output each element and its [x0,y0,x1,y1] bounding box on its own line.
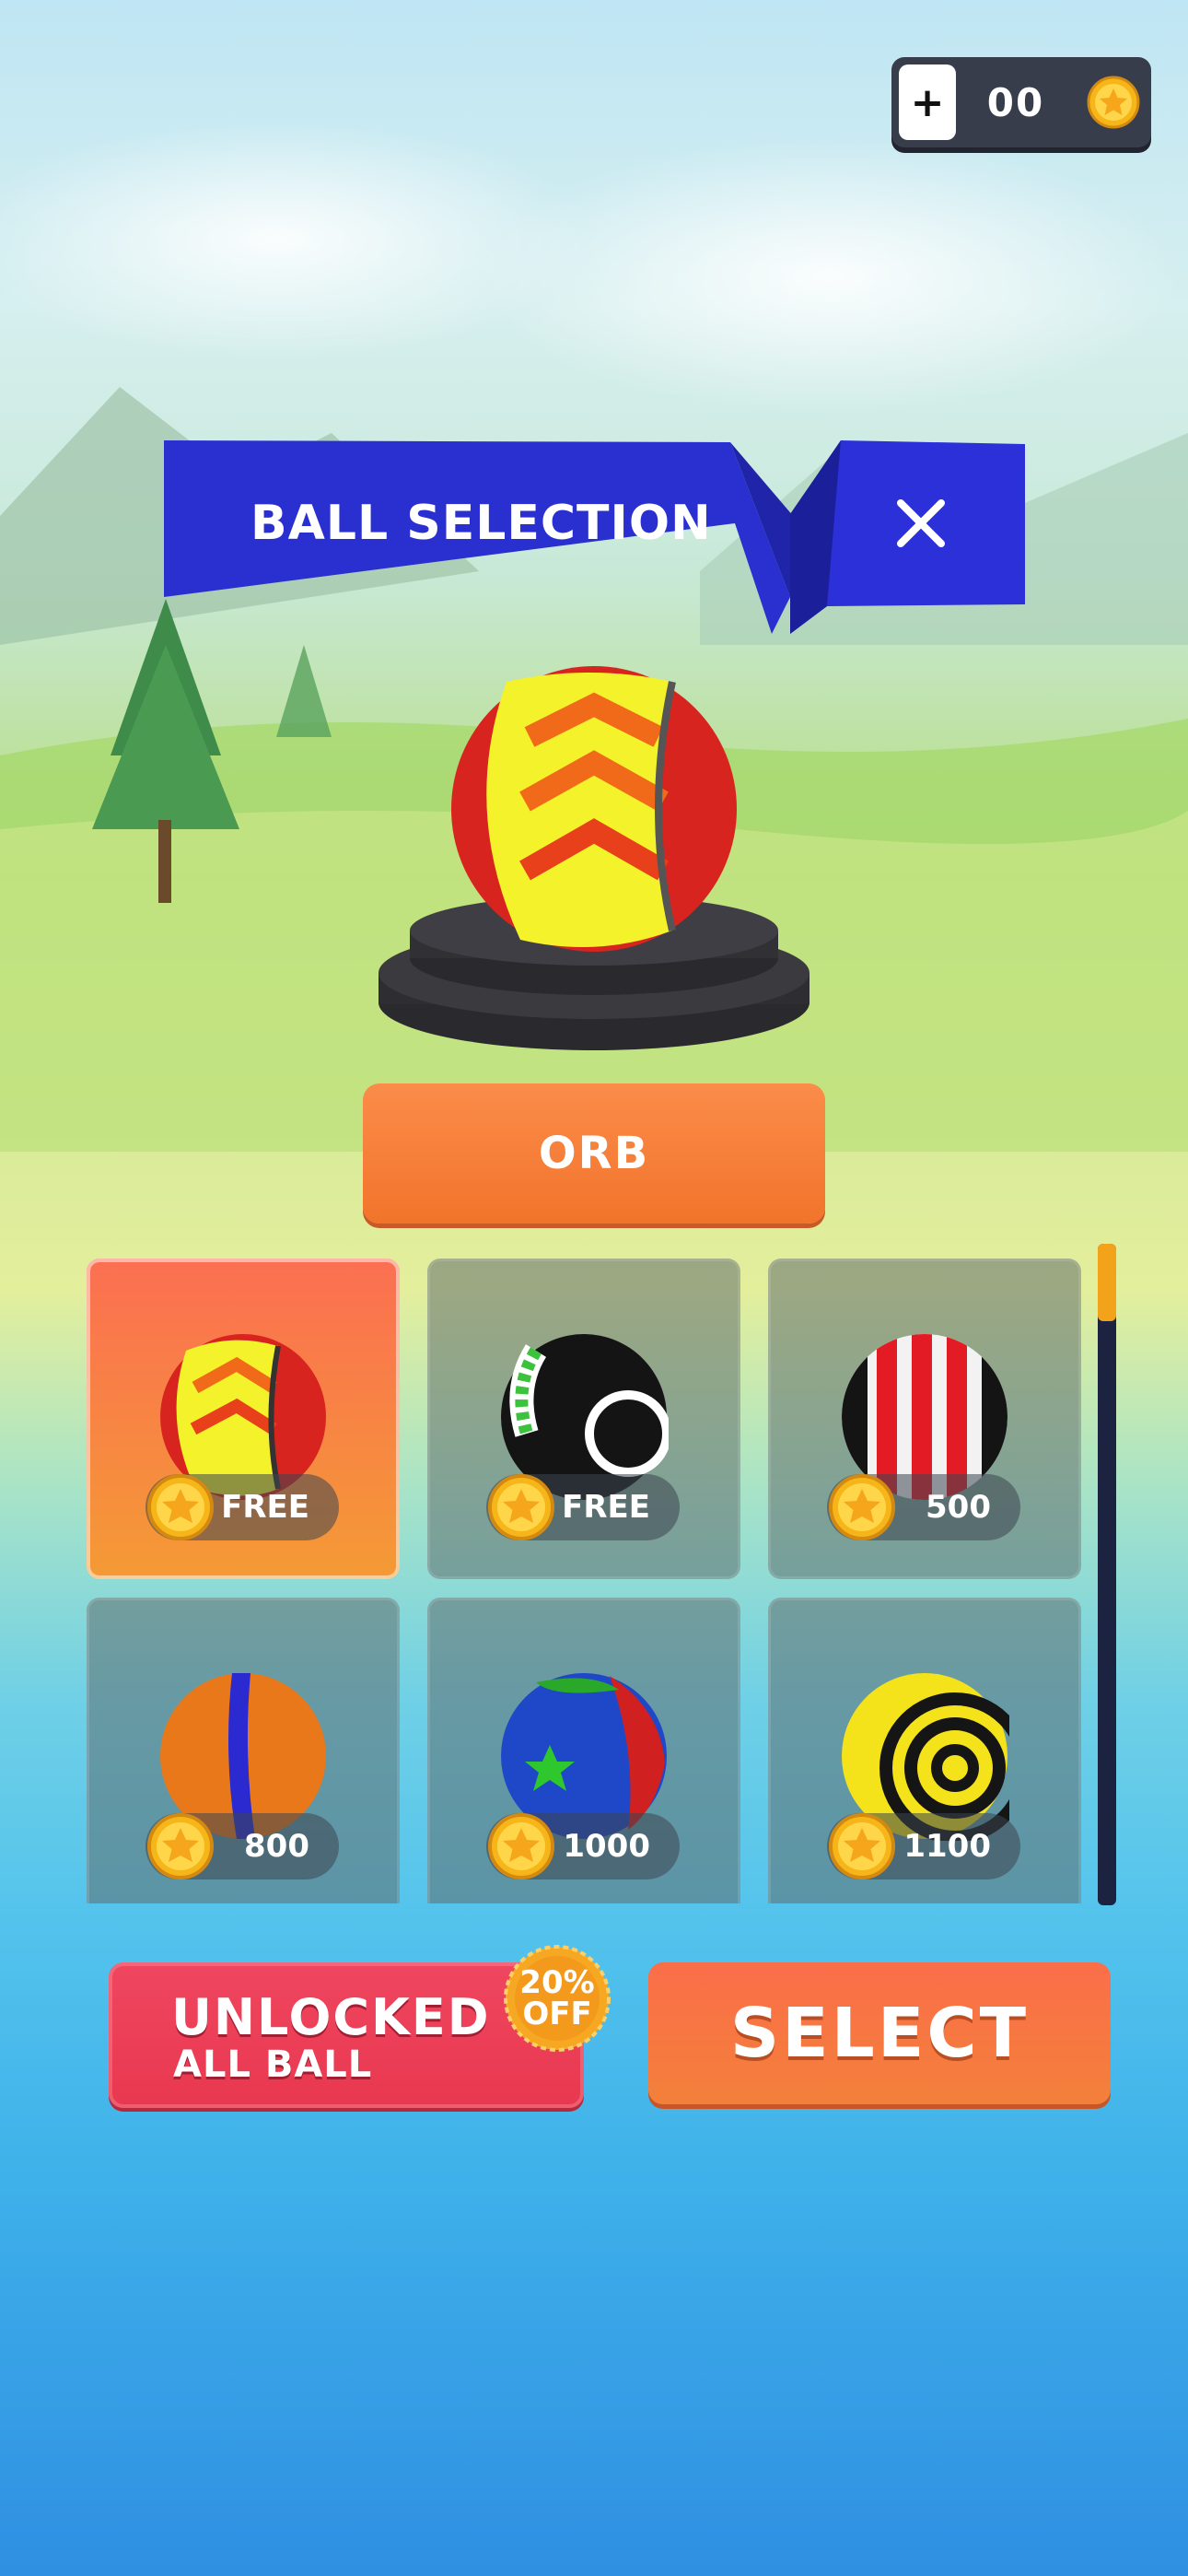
discount-off: OFF [522,1996,592,2032]
title-banner: BALL SELECTION [164,440,1025,638]
ball-name-button[interactable]: ORB [363,1083,825,1224]
ball-card[interactable]: 800 [87,1598,400,1903]
coin-star-icon [488,1474,554,1540]
scrollbar-thumb[interactable] [1098,1244,1116,1321]
ball-card[interactable]: FREE [87,1259,400,1579]
ball-card[interactable]: 1000 [427,1598,740,1903]
currency-panel: + 00 [891,57,1151,147]
coin-star-icon [147,1474,214,1540]
select-button[interactable]: SELECT [648,1962,1111,2104]
unlock-subtitle: ALL BALL [173,2043,373,2086]
page-title: BALL SELECTION [250,496,712,551]
orb-ball-icon [451,666,737,952]
coin-star-icon [488,1813,554,1879]
ball-grid: FREE FREE 500 800 1000 1100 [87,1259,1081,1903]
discount-badge: 20% OFF [503,1944,611,2053]
ball-preview [379,666,809,1050]
coin-star-icon [1087,76,1140,129]
close-icon [897,499,945,547]
ball-card[interactable]: 1100 [768,1598,1081,1903]
close-button[interactable] [884,486,958,560]
ball-card[interactable]: FREE [427,1259,740,1579]
coin-amount: 00 [986,79,1045,125]
coin-star-icon [147,1813,214,1879]
ball-card[interactable]: 500 [768,1259,1081,1579]
coin-star-icon [829,1474,895,1540]
coin-star-icon [829,1813,895,1879]
scrollbar-track[interactable] [1098,1244,1116,1905]
add-currency-button[interactable]: + [899,64,956,140]
unlock-title: UNLOCKED [171,1988,491,2046]
